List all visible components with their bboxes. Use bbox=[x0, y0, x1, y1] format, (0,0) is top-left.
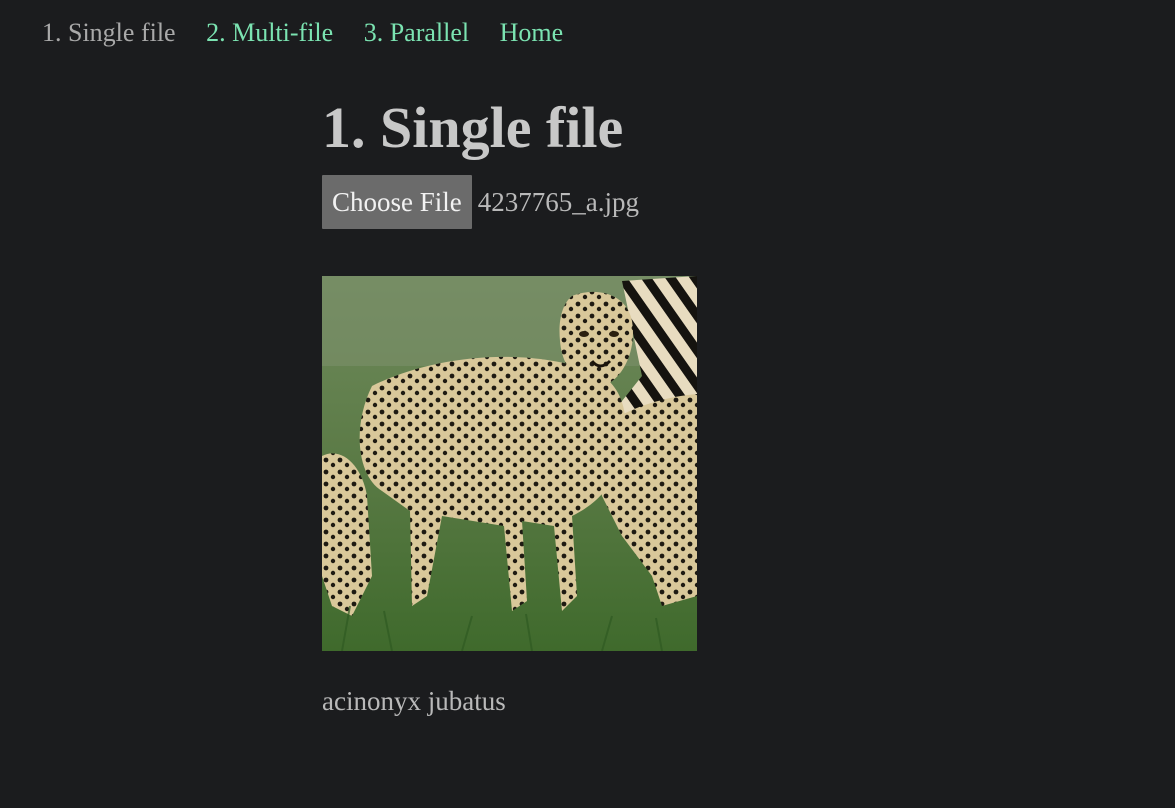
selected-file-name: 4237765_a.jpg bbox=[477, 186, 640, 217]
nav-link-single-file[interactable]: 1. Single file bbox=[42, 18, 176, 47]
page-title: 1. Single file bbox=[322, 95, 624, 160]
prediction-label: acinonyx jubatus bbox=[322, 686, 506, 716]
choose-file-button[interactable]: Choose File bbox=[322, 175, 472, 229]
nav-link-parallel[interactable]: 3. Parallel bbox=[364, 18, 469, 47]
uploaded-image-preview bbox=[322, 276, 697, 651]
top-nav: 1. Single file 2. Multi-file 3. Parallel… bbox=[42, 16, 587, 50]
main-content: 1. Single file Choose File 4237765_a.jpg bbox=[322, 92, 1122, 716]
cheetah-photo bbox=[322, 276, 697, 651]
nav-link-home[interactable]: Home bbox=[500, 18, 564, 47]
file-input: Choose File 4237765_a.jpg bbox=[322, 175, 639, 229]
nav-link-multi-file[interactable]: 2. Multi-file bbox=[206, 18, 333, 47]
